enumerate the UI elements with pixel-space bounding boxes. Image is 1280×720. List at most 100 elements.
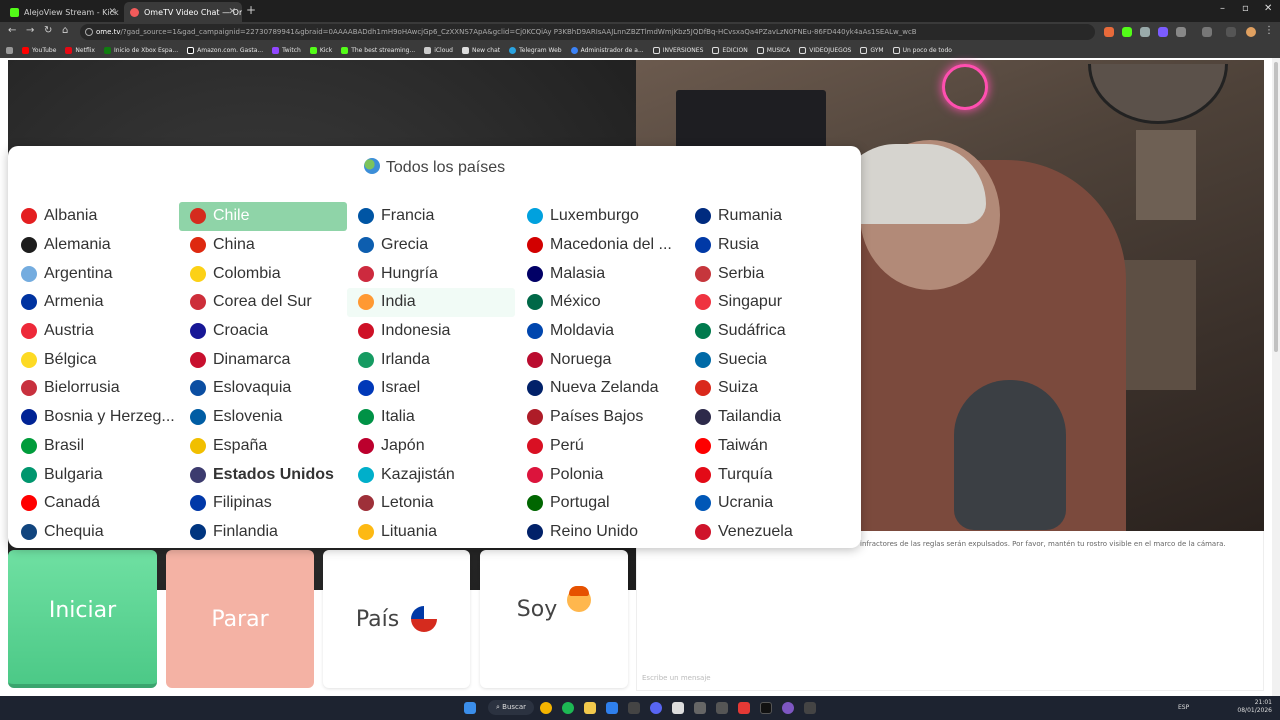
tiktok-icon[interactable] <box>760 702 772 714</box>
country-option[interactable]: Estados Unidos <box>179 460 347 489</box>
country-option[interactable]: Suiza <box>684 374 852 403</box>
country-option[interactable]: Tailandia <box>684 403 852 432</box>
new-tab-icon[interactable]: + <box>246 3 256 17</box>
menu-dots-icon[interactable]: ⋮ <box>1264 25 1274 36</box>
country-option[interactable]: Japón <box>347 432 515 461</box>
url-input[interactable]: ome.tv/?gad_source=1&gad_campaignid=2273… <box>80 24 1095 40</box>
country-option[interactable]: Brasil <box>10 432 178 461</box>
file-explorer-icon[interactable] <box>584 702 596 714</box>
country-option[interactable]: Moldavia <box>516 317 684 346</box>
country-option[interactable]: Rusia <box>684 231 852 260</box>
country-option[interactable]: Lituania <box>347 518 515 547</box>
bookmark-item[interactable]: Telegram Web <box>509 46 562 54</box>
taskbar-search[interactable]: ⌕ Buscar <box>488 700 535 715</box>
country-option[interactable]: Dinamarca <box>179 345 347 374</box>
bookmark-folder[interactable]: Un poco de todo <box>892 46 952 54</box>
country-option[interactable]: Canadá <box>10 489 178 518</box>
country-option[interactable]: Chequia <box>10 518 178 547</box>
country-option[interactable]: Ucrania <box>684 489 852 518</box>
country-option[interactable]: Singapur <box>684 288 852 317</box>
country-option[interactable]: Macedonia del ... <box>516 231 684 260</box>
app-icon[interactable] <box>628 702 640 714</box>
country-option[interactable]: Países Bajos <box>516 403 684 432</box>
bookmark-item[interactable]: Administrador de a... <box>570 46 644 54</box>
app-icon[interactable] <box>694 702 706 714</box>
country-option[interactable]: Sudáfrica <box>684 317 852 346</box>
country-option[interactable]: Taiwán <box>684 432 852 461</box>
bookmark-item[interactable]: Netflix <box>65 46 95 54</box>
minimize-icon[interactable]: – <box>1220 3 1225 14</box>
country-option[interactable]: Francia <box>347 202 515 231</box>
country-option[interactable]: Albania <box>10 202 178 231</box>
extension-icon[interactable] <box>1104 27 1114 37</box>
close-tab-icon[interactable]: ✕ <box>228 7 236 17</box>
country-option[interactable]: Nueva Zelanda <box>516 374 684 403</box>
bookmark-folder[interactable]: INVERSIONES <box>652 46 703 54</box>
clock[interactable]: 21:01 08/01/2026 <box>1237 699 1272 715</box>
home-icon[interactable]: ⌂ <box>62 25 68 36</box>
bookmark-folder[interactable]: VIDEOJUEGOS <box>799 46 851 54</box>
country-option[interactable]: Austria <box>10 317 178 346</box>
gender-button[interactable]: Soy <box>480 550 628 688</box>
country-option[interactable]: Finlandia <box>179 518 347 547</box>
language-indicator[interactable]: ESP <box>1178 704 1189 711</box>
country-option[interactable]: Letonia <box>347 489 515 518</box>
country-option[interactable]: Rumania <box>684 202 852 231</box>
app-icon[interactable] <box>606 702 618 714</box>
country-option[interactable]: Bélgica <box>10 345 178 374</box>
country-option[interactable]: Armenia <box>10 288 178 317</box>
browser-tab-active[interactable]: OmeTV Video Chat — Ome ✕ <box>124 2 242 22</box>
start-button[interactable]: Iniciar <box>8 550 157 688</box>
modal-title[interactable]: Todos los países <box>8 158 861 177</box>
country-button[interactable]: País <box>323 550 470 688</box>
country-option[interactable]: Hungría <box>347 259 515 288</box>
extension-icon[interactable] <box>1158 27 1168 37</box>
puzzle-icon[interactable] <box>1176 27 1186 37</box>
country-option[interactable]: Venezuela <box>684 518 852 547</box>
windows-start-icon[interactable] <box>464 702 476 714</box>
app-icon[interactable] <box>782 702 794 714</box>
sidebar-icon[interactable] <box>1202 27 1212 37</box>
bookmark-folder[interactable]: EDICION <box>712 46 748 54</box>
country-option[interactable]: Turquía <box>684 460 852 489</box>
country-option[interactable]: Noruega <box>516 345 684 374</box>
browser-tab[interactable]: AlejoView Stream - Kick Dashb ✕ <box>4 2 122 22</box>
country-option[interactable]: Grecia <box>347 231 515 260</box>
extension-icon[interactable] <box>1122 27 1132 37</box>
country-option[interactable]: Croacia <box>179 317 347 346</box>
country-option[interactable]: Irlanda <box>347 345 515 374</box>
country-option[interactable]: India <box>347 288 515 317</box>
bookmark-item[interactable]: YouTube <box>22 46 56 54</box>
chrome-icon[interactable] <box>540 702 552 714</box>
country-option[interactable]: Alemania <box>10 231 178 260</box>
maximize-icon[interactable]: ▫ <box>1242 3 1249 14</box>
country-option[interactable]: Bulgaria <box>10 460 178 489</box>
bookmark-item[interactable]: Kick <box>309 46 332 54</box>
forward-icon[interactable]: → <box>26 25 34 36</box>
country-option[interactable]: Colombia <box>179 259 347 288</box>
back-icon[interactable]: ← <box>8 25 16 36</box>
bookmark-item[interactable]: iCloud <box>424 46 453 54</box>
apps-icon[interactable] <box>6 46 13 54</box>
app-icon[interactable] <box>804 702 816 714</box>
country-option[interactable]: Portugal <box>516 489 684 518</box>
youtube-icon[interactable] <box>738 702 750 714</box>
bookmark-item[interactable]: Twitch <box>272 46 301 54</box>
country-option[interactable]: Perú <box>516 432 684 461</box>
country-option[interactable]: México <box>516 288 684 317</box>
country-option[interactable]: Polonia <box>516 460 684 489</box>
country-option[interactable]: Israel <box>347 374 515 403</box>
reload-icon[interactable]: ↻ <box>44 25 52 36</box>
country-option[interactable]: Luxemburgo <box>516 202 684 231</box>
bookmark-folder[interactable]: GYM <box>860 46 884 54</box>
bookmark-item[interactable]: Amazon.com. Gasta... <box>187 46 263 54</box>
country-option[interactable]: Reino Unido <box>516 518 684 547</box>
close-window-icon[interactable]: ✕ <box>1264 3 1272 14</box>
spotify-icon[interactable] <box>562 702 574 714</box>
country-option[interactable]: Suecia <box>684 345 852 374</box>
app-icon[interactable] <box>716 702 728 714</box>
close-tab-icon[interactable]: ✕ <box>108 7 116 17</box>
country-option[interactable]: España <box>179 432 347 461</box>
country-option[interactable]: Eslovaquia <box>179 374 347 403</box>
country-option[interactable]: Italia <box>347 403 515 432</box>
